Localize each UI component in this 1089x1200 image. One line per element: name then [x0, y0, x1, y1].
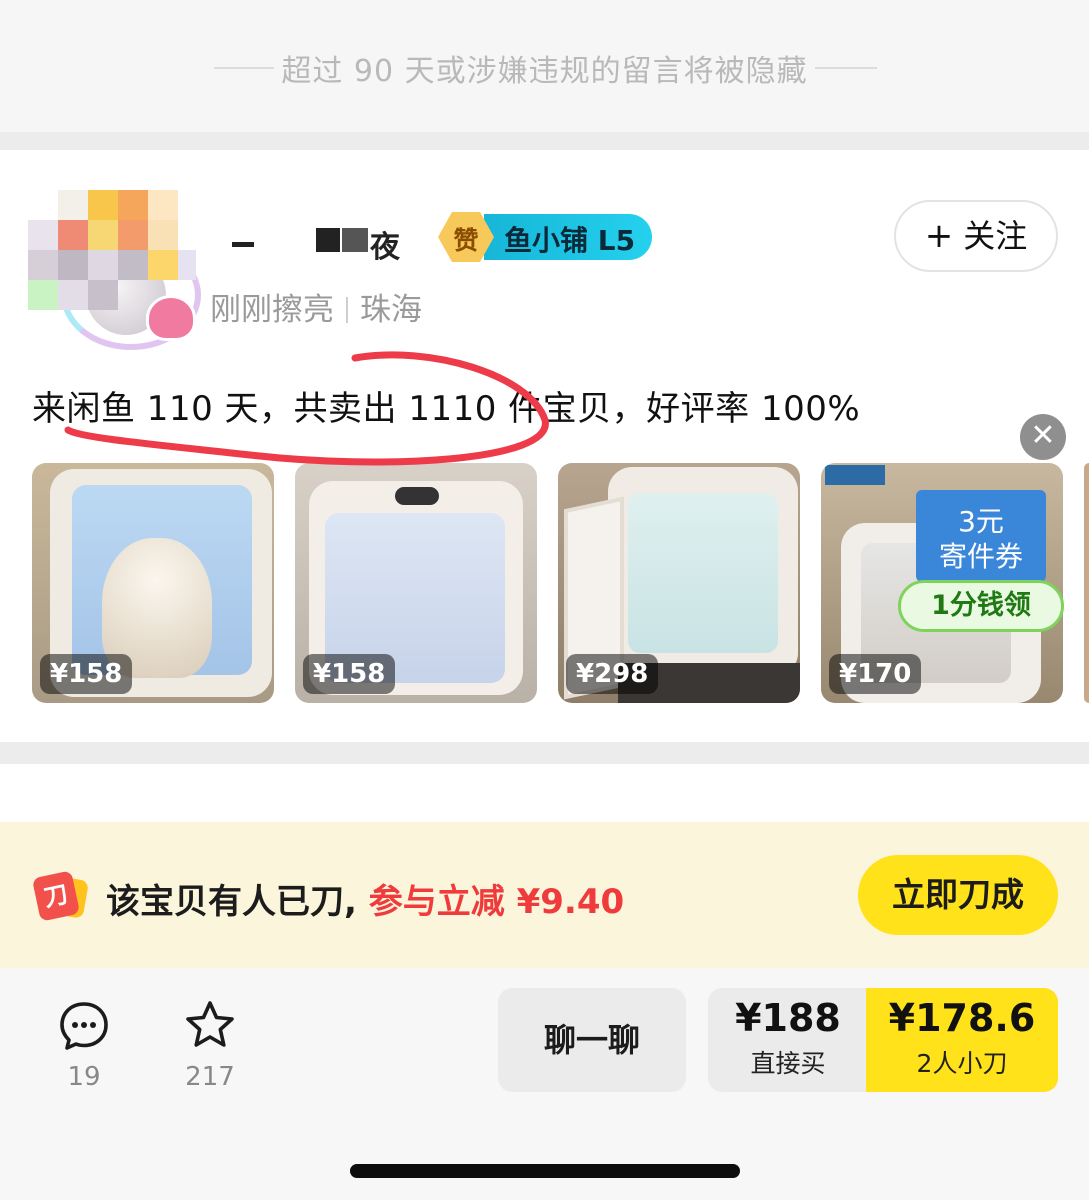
chat-button[interactable]: 聊一聊: [498, 988, 686, 1092]
activity-status: 刚刚擦亮: [210, 292, 334, 328]
section-divider: [0, 742, 1089, 764]
next-card: [0, 764, 1089, 824]
product-price: ¥158: [303, 654, 396, 694]
avatar-sticker: [146, 295, 196, 341]
bargain-now-button[interactable]: 立即刀成: [858, 855, 1058, 935]
bargain-discount: 参与立减 ¥9.40: [368, 882, 625, 922]
product-thumbnail[interactable]: ¥158: [32, 463, 274, 703]
comment-icon[interactable]: [58, 1000, 110, 1052]
close-icon[interactable]: ✕: [1020, 414, 1066, 460]
praise-badge: 赞: [438, 212, 494, 262]
section-divider: [0, 132, 1089, 150]
plus-icon: +: [924, 216, 954, 256]
seller-name[interactable]: 夜: [226, 222, 426, 265]
shop-level-badge[interactable]: 鱼小铺 L5: [484, 214, 652, 260]
hidden-comments-notice: 超过 90 天或涉嫌违规的留言将被隐藏: [0, 0, 1089, 132]
knife-icon: 刀: [31, 870, 90, 922]
product-thumbnail[interactable]: ¥298: [558, 463, 800, 703]
product-thumbnail[interactable]: ¥158: [295, 463, 537, 703]
home-indicator[interactable]: [350, 1164, 740, 1178]
buy-now-button[interactable]: ¥188 直接买: [708, 988, 868, 1092]
bargain-text: 该宝贝有人已刀,: [106, 882, 357, 922]
star-icon[interactable]: [182, 998, 238, 1054]
buy-label: 直接买: [750, 1049, 826, 1078]
seller-location: 珠海: [360, 292, 422, 328]
shipping-coupon[interactable]: 3元 寄件券: [916, 490, 1046, 582]
seller-meta: 刚刚擦亮 珠海: [210, 284, 422, 329]
praise-badge-label: 赞: [453, 226, 479, 255]
claim-coupon-button[interactable]: 1分钱领: [898, 580, 1064, 632]
notice-text: 超过 90 天或涉嫌违规的留言将被隐藏: [281, 54, 808, 89]
product-price: ¥158: [40, 654, 133, 694]
favorite-count: 217: [185, 1062, 235, 1092]
follow-label: 关注: [963, 217, 1028, 255]
comment-count: 19: [67, 1062, 101, 1092]
product-price: ¥298: [566, 654, 659, 694]
notice-divider-right: [815, 67, 877, 69]
meta-separator: [346, 297, 348, 323]
coupon-amount: 3元: [958, 505, 1004, 538]
buy-price: ¥188: [735, 996, 841, 1040]
follow-button[interactable]: + 关注: [894, 200, 1058, 272]
seller-stats: 来闲鱼 110 天，共卖出 1110 件宝贝，好评率 100%: [32, 389, 861, 429]
group-bargain-button[interactable]: ¥178.6 2人小刀: [866, 988, 1058, 1092]
bargain-price: ¥178.6: [888, 996, 1036, 1040]
product-thumbnail-partial[interactable]: [1084, 463, 1089, 703]
coupon-label: 寄件券: [938, 540, 1023, 573]
seller-avatar[interactable]: [26, 190, 201, 360]
shop-level-label: 鱼小铺 L5: [504, 224, 636, 257]
bargain-label: 2人小刀: [916, 1049, 1008, 1078]
product-price: ¥170: [829, 654, 922, 694]
bargain-message: 该宝贝有人已刀, 参与立减 ¥9.40: [106, 874, 624, 923]
